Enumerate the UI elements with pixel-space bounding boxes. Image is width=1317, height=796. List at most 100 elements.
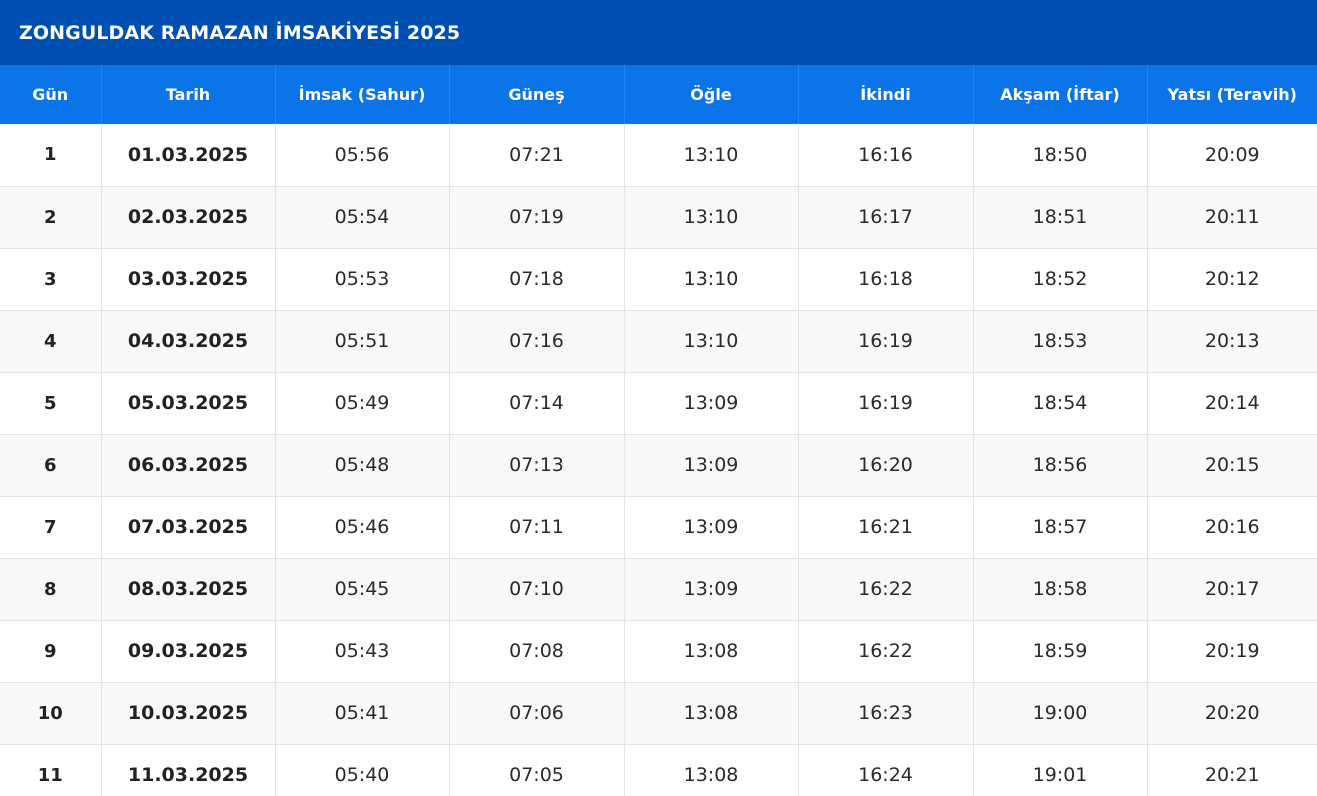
date-cell: 03.03.2025 xyxy=(101,248,276,311)
yatsi-cell: 20:14 xyxy=(1147,372,1317,435)
aksam-cell: 18:51 xyxy=(973,186,1148,249)
gunes-cell: 07:11 xyxy=(449,496,625,559)
gunes-cell: 07:16 xyxy=(449,310,625,373)
yatsi-cell: 20:17 xyxy=(1147,558,1317,621)
gunes-cell: 07:13 xyxy=(449,434,625,497)
imsak-cell: 05:56 xyxy=(275,124,450,187)
aksam-cell: 18:59 xyxy=(973,620,1148,683)
ogle-cell: 13:09 xyxy=(624,558,799,621)
column-header-gun: Gün xyxy=(0,65,102,124)
day-cell: 8 xyxy=(0,558,102,621)
ikindi-cell: 16:16 xyxy=(798,124,974,187)
imsak-cell: 05:41 xyxy=(275,682,450,745)
aksam-cell: 19:01 xyxy=(973,744,1148,796)
column-header-gunes: Güneş xyxy=(449,65,625,124)
ikindi-cell: 16:19 xyxy=(798,372,974,435)
column-header-yatsi: Yatsı (Teravih) xyxy=(1147,65,1317,124)
yatsi-cell: 20:12 xyxy=(1147,248,1317,311)
aksam-cell: 18:56 xyxy=(973,434,1148,497)
date-cell: 06.03.2025 xyxy=(101,434,276,497)
table-row: 3 03.03.2025 05:53 07:18 13:10 16:18 18:52 20:1… xyxy=(0,248,1317,311)
yatsi-cell: 20:16 xyxy=(1147,496,1317,559)
ogle-cell: 13:10 xyxy=(624,248,799,311)
ikindi-cell: 16:19 xyxy=(798,310,974,373)
ikindi-cell: 16:23 xyxy=(798,682,974,745)
date-cell: 09.03.2025 xyxy=(101,620,276,683)
day-cell: 11 xyxy=(0,744,102,796)
imsak-cell: 05:46 xyxy=(275,496,450,559)
imsak-cell: 05:45 xyxy=(275,558,450,621)
ikindi-cell: 16:24 xyxy=(798,744,974,796)
column-header-tarih: Tarih xyxy=(101,65,276,124)
gunes-cell: 07:21 xyxy=(449,124,625,187)
ikindi-cell: 16:17 xyxy=(798,186,974,249)
ogle-cell: 13:09 xyxy=(624,372,799,435)
table-row: 5 05.03.2025 05:49 07:14 13:09 16:19 18:54 20:1… xyxy=(0,372,1317,435)
imsakiye-page: ZONGULDAK RAMAZAN İMSAKİYESİ 2025 Gün Ta… xyxy=(0,0,1317,796)
imsak-cell: 05:54 xyxy=(275,186,450,249)
gunes-cell: 07:19 xyxy=(449,186,625,249)
ogle-cell: 13:09 xyxy=(624,496,799,559)
page-title: ZONGULDAK RAMAZAN İMSAKİYESİ 2025 xyxy=(19,21,461,44)
date-cell: 11.03.2025 xyxy=(101,744,276,796)
day-cell: 4 xyxy=(0,310,102,373)
yatsi-cell: 20:15 xyxy=(1147,434,1317,497)
column-header-ikindi: İkindi xyxy=(798,65,974,124)
gunes-cell: 07:18 xyxy=(449,248,625,311)
yatsi-cell: 20:13 xyxy=(1147,310,1317,373)
aksam-cell: 18:52 xyxy=(973,248,1148,311)
imsak-cell: 05:43 xyxy=(275,620,450,683)
table-body: 1 01.03.2025 05:56 07:21 13:10 16:16 18:50 20:0… xyxy=(0,124,1317,796)
ogle-cell: 13:08 xyxy=(624,682,799,745)
table-row: 1 01.03.2025 05:56 07:21 13:10 16:16 18:50 20:0… xyxy=(0,124,1317,187)
imsak-cell: 05:48 xyxy=(275,434,450,497)
table-row: 8 08.03.2025 05:45 07:10 13:09 16:22 18:58 20:1… xyxy=(0,558,1317,621)
date-cell: 02.03.2025 xyxy=(101,186,276,249)
day-cell: 6 xyxy=(0,434,102,497)
table-row: 4 04.03.2025 05:51 07:16 13:10 16:19 18:53 20:1… xyxy=(0,310,1317,373)
aksam-cell: 19:00 xyxy=(973,682,1148,745)
day-cell: 9 xyxy=(0,620,102,683)
gunes-cell: 07:14 xyxy=(449,372,625,435)
table-row: 11 11.03.2025 05:40 07:05 13:08 16:24 19:01 20:… xyxy=(0,744,1317,796)
ogle-cell: 13:10 xyxy=(624,186,799,249)
day-cell: 3 xyxy=(0,248,102,311)
ogle-cell: 13:08 xyxy=(624,744,799,796)
day-cell: 2 xyxy=(0,186,102,249)
table-row: 9 09.03.2025 05:43 07:08 13:08 16:22 18:59 20:1… xyxy=(0,620,1317,683)
date-cell: 04.03.2025 xyxy=(101,310,276,373)
title-bar: ZONGULDAK RAMAZAN İMSAKİYESİ 2025 xyxy=(0,0,1317,65)
ikindi-cell: 16:18 xyxy=(798,248,974,311)
ogle-cell: 13:08 xyxy=(624,620,799,683)
ogle-cell: 13:10 xyxy=(624,124,799,187)
yatsi-cell: 20:09 xyxy=(1147,124,1317,187)
imsak-cell: 05:51 xyxy=(275,310,450,373)
table-row: 6 06.03.2025 05:48 07:13 13:09 16:20 18:56 20:1… xyxy=(0,434,1317,497)
gunes-cell: 07:06 xyxy=(449,682,625,745)
table-row: 2 02.03.2025 05:54 07:19 13:10 16:17 18:51 20:1… xyxy=(0,186,1317,249)
imsakiye-table: Gün Tarih İmsak (Sahur) Güneş Öğle İkind… xyxy=(0,65,1317,796)
aksam-cell: 18:57 xyxy=(973,496,1148,559)
gunes-cell: 07:10 xyxy=(449,558,625,621)
imsak-cell: 05:49 xyxy=(275,372,450,435)
gunes-cell: 07:05 xyxy=(449,744,625,796)
day-cell: 1 xyxy=(0,124,102,187)
yatsi-cell: 20:20 xyxy=(1147,682,1317,745)
ikindi-cell: 16:21 xyxy=(798,496,974,559)
aksam-cell: 18:58 xyxy=(973,558,1148,621)
ikindi-cell: 16:22 xyxy=(798,620,974,683)
day-cell: 10 xyxy=(0,682,102,745)
imsak-cell: 05:53 xyxy=(275,248,450,311)
day-cell: 7 xyxy=(0,496,102,559)
date-cell: 05.03.2025 xyxy=(101,372,276,435)
imsak-cell: 05:40 xyxy=(275,744,450,796)
aksam-cell: 18:50 xyxy=(973,124,1148,187)
column-header-ogle: Öğle xyxy=(624,65,799,124)
column-header-aksam: Akşam (İftar) xyxy=(973,65,1148,124)
day-cell: 5 xyxy=(0,372,102,435)
aksam-cell: 18:53 xyxy=(973,310,1148,373)
aksam-cell: 18:54 xyxy=(973,372,1148,435)
ikindi-cell: 16:20 xyxy=(798,434,974,497)
date-cell: 10.03.2025 xyxy=(101,682,276,745)
ikindi-cell: 16:22 xyxy=(798,558,974,621)
